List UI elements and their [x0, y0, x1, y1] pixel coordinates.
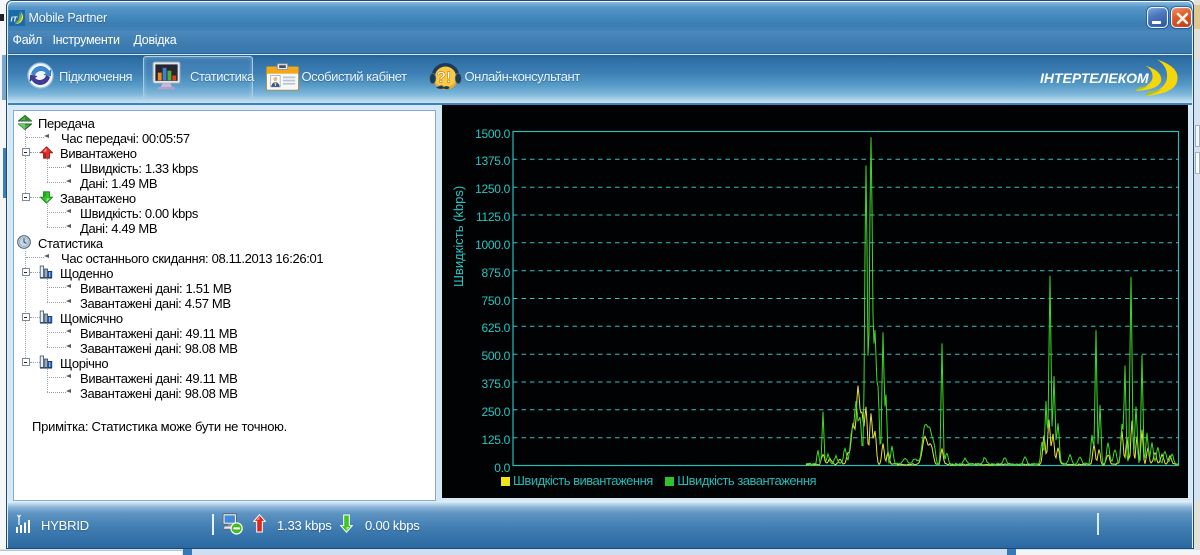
- svg-text:ІНТЕРТЕЛЕКОМ: ІНТЕРТЕЛЕКОМ: [1040, 70, 1149, 86]
- svg-text:?!: ?!: [436, 68, 451, 86]
